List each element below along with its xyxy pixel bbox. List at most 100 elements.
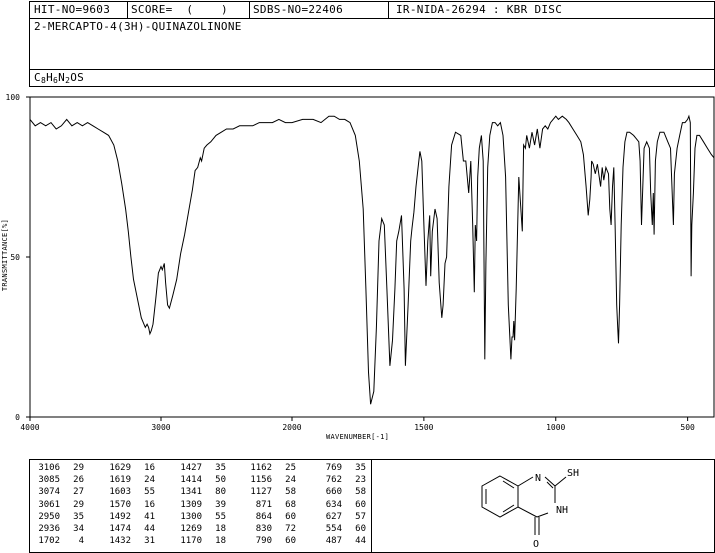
peak-row: 660 58	[316, 486, 366, 498]
x-tick-label: 500	[680, 423, 695, 432]
peak-row: 3074 27	[34, 486, 84, 498]
x-axis-label: WAVENUMBER[-1]	[326, 433, 390, 441]
peak-transmittance: 16	[144, 499, 155, 510]
peak-row: 769 35	[316, 462, 366, 474]
peak-row: 1341 80	[176, 486, 226, 498]
peak-wavenumber: 830	[255, 524, 272, 535]
peak-row: 1432 31	[105, 535, 155, 547]
peak-wavenumber: 1269	[180, 524, 202, 535]
peak-transmittance: 58	[355, 487, 366, 498]
peak-column: 1427 35 1414 50 1341 80 1309 39 1300 55 1269 18 1170…	[176, 462, 226, 547]
peak-row: 1619 24	[105, 474, 155, 486]
peak-transmittance: 68	[285, 499, 296, 510]
peak-transmittance: 18	[215, 524, 226, 535]
peak-row: 1427 35	[176, 462, 226, 474]
peak-wavenumber: 1570	[109, 499, 131, 510]
peak-row: 554 60	[316, 523, 366, 535]
x-tick-label: 2000	[282, 423, 301, 432]
peak-wavenumber: 1432	[109, 536, 131, 547]
peak-transmittance: 41	[144, 511, 155, 522]
peak-wavenumber: 1156	[250, 475, 272, 486]
peak-transmittance: 24	[144, 475, 155, 486]
peak-wavenumber: 1309	[180, 499, 202, 510]
peak-row: 1414 50	[176, 474, 226, 486]
peak-column: 3106 29 3085 26 3074 27 3061 29 2950 35 2936 34 1702…	[34, 462, 84, 547]
peak-transmittance: 29	[73, 499, 84, 510]
y-tick-label: 50	[10, 253, 20, 262]
peak-wavenumber: 1603	[109, 487, 131, 498]
peak-transmittance: 31	[144, 536, 155, 547]
peak-transmittance: 25	[285, 463, 296, 473]
peak-wavenumber: 1341	[180, 487, 202, 498]
peak-wavenumber: 3106	[38, 463, 60, 473]
peak-transmittance: 18	[215, 536, 226, 547]
peak-wavenumber: 1474	[109, 524, 131, 535]
peak-wavenumber: 554	[325, 524, 342, 535]
peak-transmittance: 58	[285, 487, 296, 498]
peak-transmittance: 4	[78, 536, 84, 547]
peak-transmittance: 27	[73, 487, 84, 498]
x-tick-label: 1000	[546, 423, 565, 432]
peak-transmittance: 80	[215, 487, 226, 498]
x-tick-label: 3000	[151, 423, 170, 432]
peak-column: 769 35 762 23 660 58 634 60 627 57 554 60 487 44	[316, 462, 366, 547]
peak-wavenumber: 1619	[109, 475, 131, 486]
peak-transmittance: 72	[285, 524, 296, 535]
peak-row: 3085 26	[34, 474, 84, 486]
peak-transmittance: 44	[144, 524, 155, 535]
peak-transmittance: 35	[215, 463, 226, 473]
peak-wavenumber: 1127	[250, 487, 272, 498]
peak-wavenumber: 3074	[38, 487, 60, 498]
y-tick-label: 0	[15, 413, 20, 422]
peak-transmittance: 55	[215, 511, 226, 522]
peak-wavenumber: 1702	[38, 536, 60, 547]
peak-row: 1603 55	[105, 486, 155, 498]
peak-row: 627 57	[316, 511, 366, 523]
peak-wavenumber: 1162	[250, 463, 272, 473]
peak-column: 1629 16 1619 24 1603 55 1570 16 1492 41 1474 44 1432…	[105, 462, 155, 547]
peak-wavenumber: 1300	[180, 511, 202, 522]
peak-transmittance: 57	[355, 511, 366, 522]
peak-wavenumber: 864	[255, 511, 272, 522]
peak-transmittance: 60	[355, 499, 366, 510]
peak-row: 762 23	[316, 474, 366, 486]
peak-transmittance: 50	[215, 475, 226, 486]
peak-transmittance: 34	[73, 524, 84, 535]
peak-row: 864 60	[246, 511, 296, 523]
peak-row: 634 60	[316, 499, 366, 511]
peak-wavenumber: 2950	[38, 511, 60, 522]
peak-row: 1474 44	[105, 523, 155, 535]
peak-transmittance: 60	[285, 536, 296, 547]
peak-row: 1629 16	[105, 462, 155, 474]
peak-transmittance: 60	[285, 511, 296, 522]
peak-transmittance: 35	[355, 463, 366, 473]
y-axis-label: TRANSMITTANCE[%]	[1, 218, 10, 292]
x-tick-label: 4000	[20, 423, 39, 432]
peak-row: 1702 4	[34, 535, 84, 547]
peak-row: 1170 18	[176, 535, 226, 547]
peak-row: 487 44	[316, 535, 366, 547]
peak-row: 1492 41	[105, 511, 155, 523]
peak-wavenumber: 627	[325, 511, 342, 522]
structure-box	[371, 459, 715, 553]
peak-row: 830 72	[246, 523, 296, 535]
peak-wavenumber: 1492	[109, 511, 131, 522]
peak-row: 790 60	[246, 535, 296, 547]
peak-row: 3106 29	[34, 462, 84, 474]
peak-wavenumber: 769	[325, 463, 342, 473]
peak-row: 2950 35	[34, 511, 84, 523]
peak-row: 3061 29	[34, 499, 84, 511]
peak-wavenumber: 634	[325, 499, 342, 510]
peak-transmittance: 44	[355, 536, 366, 547]
peak-row: 1162 25	[246, 462, 296, 474]
peak-row: 1300 55	[176, 511, 226, 523]
peak-row: 1309 39	[176, 499, 226, 511]
peak-wavenumber: 3085	[38, 475, 60, 486]
peak-row: 1269 18	[176, 523, 226, 535]
peak-row: 1570 16	[105, 499, 155, 511]
peak-row: 871 68	[246, 499, 296, 511]
x-tick-label: 1500	[414, 423, 433, 432]
peak-wavenumber: 762	[325, 475, 342, 486]
y-tick-label: 100	[6, 93, 21, 102]
plot-frame	[29, 96, 715, 418]
